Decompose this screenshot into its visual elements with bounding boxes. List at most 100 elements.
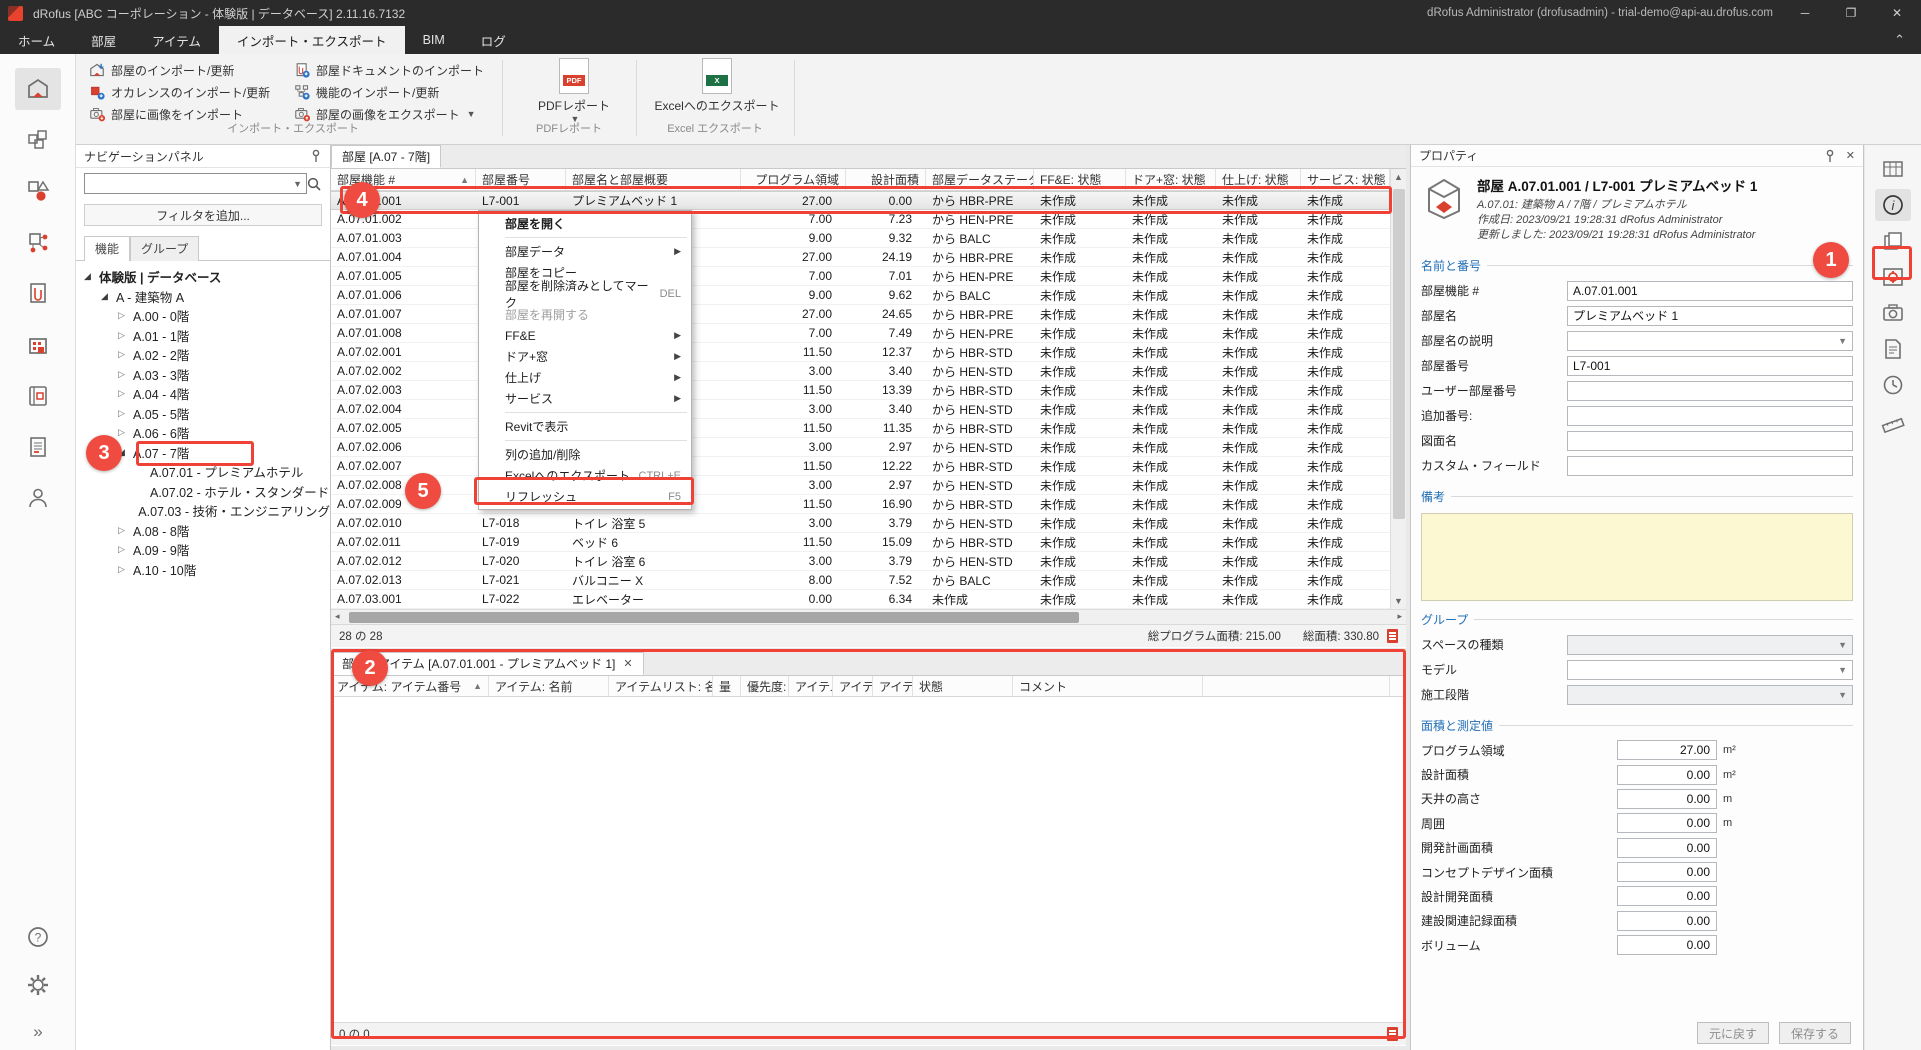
menu-item[interactable]: 部屋を削除済みとしてマークDEL [479,283,691,304]
table-row[interactable]: A.07.02.012L7-020トイレ 浴室 63.003.79から HEN-… [331,552,1406,571]
attachments-module-icon[interactable] [15,272,61,314]
field-input[interactable]: プレミアムベッド 1 [1567,306,1853,326]
tree-item[interactable]: ▷A.03 - 3階 [76,365,330,385]
reports-module-icon[interactable] [15,426,61,468]
camera-panel-icon[interactable] [1875,297,1911,329]
menu-item[interactable]: 仕上げ▶ [479,367,691,388]
field-select[interactable]: ▼ [1567,331,1853,351]
tree-item[interactable]: ▷A.01 - 1階 [76,326,330,346]
occurrence-import-button[interactable]: オカレンスのインポート/更新 [84,81,289,103]
field-input[interactable]: A.07.01.001 [1567,281,1853,301]
report-panel-icon[interactable] [1875,333,1911,365]
tree-item[interactable]: ◢A - 建築物 A [76,287,330,307]
grid-view-icon[interactable] [1875,153,1911,185]
table-row[interactable]: A.07.02.010L7-018トイレ 浴室 53.003.79から HEN-… [331,514,1406,533]
nav-tab[interactable]: 機能 [84,236,130,261]
field-input[interactable]: 27.00 [1617,740,1717,760]
field-select[interactable]: ▼ [1567,635,1853,655]
scrollbar-thumb[interactable] [1393,189,1405,519]
function-import-button[interactable]: 機能のインポート/更新 [289,81,504,103]
maximize-button[interactable]: ❐ [1837,6,1865,20]
contacts-module-icon[interactable] [15,477,61,519]
settings-gear-icon[interactable] [15,964,61,1006]
menu-item[interactable]: FF&E▶ [479,325,691,346]
table-row[interactable]: A.07.02.011L7-019ベッド 611.5015.09から HBR-S… [331,533,1406,552]
save-button[interactable]: 保存する [1779,1022,1851,1044]
field-select[interactable]: ▼ [1567,660,1853,680]
nav-tab[interactable]: グループ [130,236,199,261]
field-input[interactable] [1567,456,1853,476]
room-list-tab[interactable]: 部屋 [A.07 - 7階] [331,145,441,168]
tree-expander-icon[interactable]: ▷ [118,388,133,399]
tree-item[interactable]: ▷A.10 - 10階 [76,560,330,580]
vertical-scrollbar[interactable]: ▲ ▼ [1390,169,1406,609]
tree-expander-icon[interactable]: ▷ [118,544,133,555]
tree-item[interactable]: ◢体験版 | データベース [76,267,330,287]
help-icon[interactable]: ? [15,916,61,958]
tree-item[interactable]: A.07.03 - 技術・エンジニアリング [76,501,330,521]
horizontal-scrollbar[interactable]: ◂ ▸ [331,609,1406,624]
field-input[interactable] [1567,406,1853,426]
tree-expander-icon[interactable]: ▷ [118,408,133,419]
scroll-up-icon[interactable]: ▲ [1391,169,1406,182]
table-row[interactable]: A.07.03.001L7-022エレベーター0.006.34未作成未作成未作成… [331,590,1406,609]
tree-item[interactable]: A.07.02 - ホテル・スタンダード [76,482,330,502]
menu-tab[interactable]: ホーム [0,26,73,54]
tree-item[interactable]: ▷A.02 - 2階 [76,345,330,365]
table-row[interactable]: A.07.02.013L7-021バルコニー X8.007.52から BALC未… [331,571,1406,590]
scrollbar-thumb[interactable] [349,612,1079,623]
field-input[interactable]: 0.00 [1617,789,1717,809]
menu-tab[interactable]: ログ [463,26,524,54]
chevron-down-icon[interactable]: ▼ [293,179,302,189]
pdf-report-button[interactable]: PDF PDFレポート ▼ [528,58,620,124]
pin-icon[interactable] [310,149,322,163]
items-module-icon[interactable] [15,118,61,160]
info-panel-icon[interactable]: i [1875,189,1911,221]
menu-item[interactable]: 部屋データ▶ [479,241,691,262]
field-select[interactable]: ▼ [1567,685,1853,705]
tree-expander-icon[interactable]: ▷ [118,310,133,321]
scroll-right-icon[interactable]: ▸ [1397,611,1402,622]
systems-module-icon[interactable] [15,170,61,212]
close-button[interactable]: ✕ [1883,6,1911,20]
report-page-icon[interactable] [1387,629,1398,643]
tree-expander-icon[interactable]: ▷ [118,369,133,380]
menu-tab[interactable]: 部屋 [73,26,134,54]
rooms-module-icon[interactable] [15,68,61,110]
menu-item[interactable]: 部屋を開く [479,213,691,234]
field-input[interactable] [1567,431,1853,451]
field-input[interactable]: 0.00 [1617,886,1717,906]
measure-panel-icon[interactable] [1875,405,1911,437]
menu-item[interactable]: Revitで表示 [479,416,691,437]
occurrences-module-icon[interactable] [15,221,61,263]
close-panel-icon[interactable]: ✕ [1846,149,1855,162]
scroll-down-icon[interactable]: ▼ [1391,596,1406,606]
menu-tab[interactable]: インポート・エクスポート [219,26,405,54]
tree-expander-icon[interactable]: ▷ [118,427,133,438]
field-input[interactable]: 0.00 [1617,765,1717,785]
tree-expander-icon[interactable]: ▷ [118,349,133,360]
scroll-left-icon[interactable]: ◂ [335,611,340,622]
minimize-button[interactable]: ─ [1791,6,1819,20]
field-input[interactable]: 0.00 [1617,813,1717,833]
field-input[interactable]: 0.00 [1617,911,1717,931]
history-panel-icon[interactable] [1875,369,1911,401]
field-input[interactable]: L7-001 [1567,356,1853,376]
tree-expander-icon[interactable]: ▷ [118,525,133,536]
tree-expander-icon[interactable]: ◢ [84,271,99,282]
field-input[interactable]: 0.00 [1617,838,1717,858]
menu-item[interactable]: 列の追加/削除 [479,444,691,465]
tree-expander-icon[interactable]: ▷ [118,330,133,341]
tree-item[interactable]: ▷A.09 - 9階 [76,540,330,560]
tree-expander-icon[interactable]: ▷ [118,564,133,575]
room-import-button[interactable]: 部屋のインポート/更新 [84,59,289,81]
tree-item[interactable]: ▷A.00 - 0階 [76,306,330,326]
field-input[interactable]: 0.00 [1617,862,1717,882]
pin-icon[interactable] [1824,149,1836,163]
search-icon[interactable] [306,176,322,192]
undo-button[interactable]: 元に戻す [1697,1022,1769,1044]
add-filter-button[interactable]: フィルタを追加... [84,204,322,226]
buildings-module-icon[interactable] [15,324,61,366]
collapse-ribbon-icon[interactable]: ⌃ [1878,26,1921,54]
menu-item[interactable]: ドア+窓▶ [479,346,691,367]
